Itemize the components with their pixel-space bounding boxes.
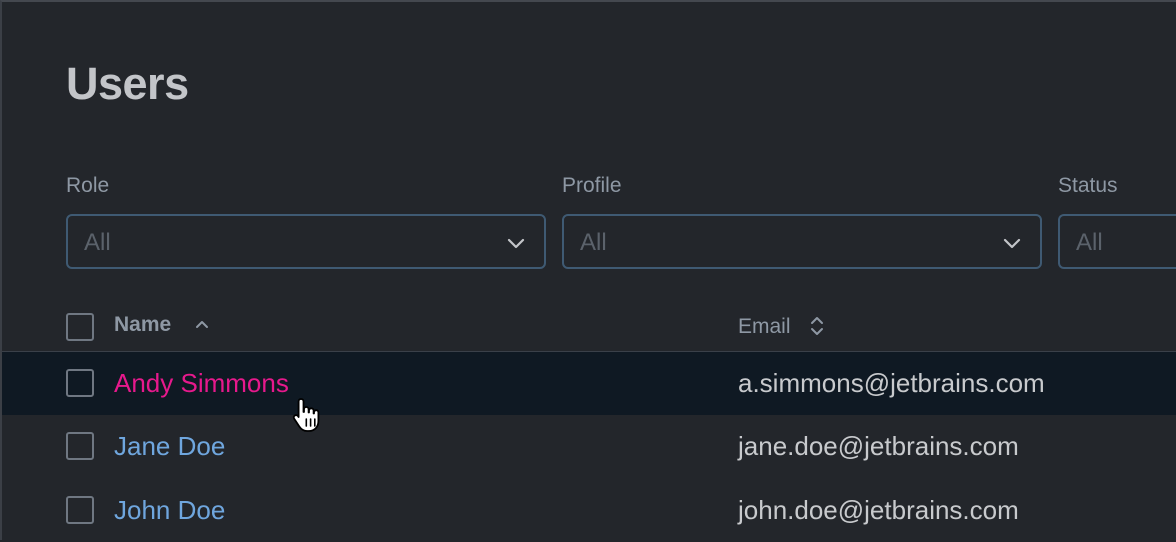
sort-icon[interactable] <box>808 314 826 338</box>
user-email: john.doe@jetbrains.com <box>738 495 1019 525</box>
role-filter-value: All <box>84 229 111 256</box>
sort-ascending-icon[interactable] <box>194 316 210 332</box>
profile-filter-value: All <box>580 229 607 256</box>
row-checkbox[interactable] <box>66 369 94 397</box>
row-checkbox[interactable] <box>66 496 94 524</box>
page-title: Users <box>66 58 189 109</box>
chevron-down-icon <box>507 238 525 249</box>
status-filter-label: Status <box>1058 174 1118 197</box>
status-filter-value: All <box>1076 229 1103 256</box>
chevron-down-icon <box>1003 238 1021 249</box>
email-column-header[interactable]: Email <box>738 315 791 339</box>
user-email: jane.doe@jetbrains.com <box>738 431 1019 461</box>
users-page: Users Role All Profile All Status All Na… <box>0 0 1176 540</box>
user-name-link[interactable]: Jane Doe <box>114 431 225 462</box>
profile-filter-label: Profile <box>562 174 622 197</box>
user-email: a.simmons@jetbrains.com <box>738 368 1045 398</box>
user-name-link[interactable]: Andy Simmons <box>114 368 289 399</box>
table-row[interactable]: Jane Doe jane.doe@jetbrains.com <box>2 415 1176 478</box>
role-filter-select[interactable]: All <box>66 214 546 269</box>
row-checkbox[interactable] <box>66 432 94 460</box>
name-column-header[interactable]: Name <box>114 313 171 337</box>
profile-filter-select[interactable]: All <box>562 214 1042 269</box>
status-filter-select[interactable]: All <box>1058 214 1176 269</box>
user-name-link[interactable]: John Doe <box>114 495 225 526</box>
select-all-checkbox[interactable] <box>66 313 94 341</box>
table-row[interactable]: John Doe john.doe@jetbrains.com <box>2 479 1176 542</box>
role-filter-label: Role <box>66 174 110 197</box>
table-header: Name Email <box>2 302 1176 353</box>
hand-pointer-icon <box>292 398 320 432</box>
table-row[interactable]: Andy Simmons a.simmons@jetbrains.com <box>2 352 1176 415</box>
